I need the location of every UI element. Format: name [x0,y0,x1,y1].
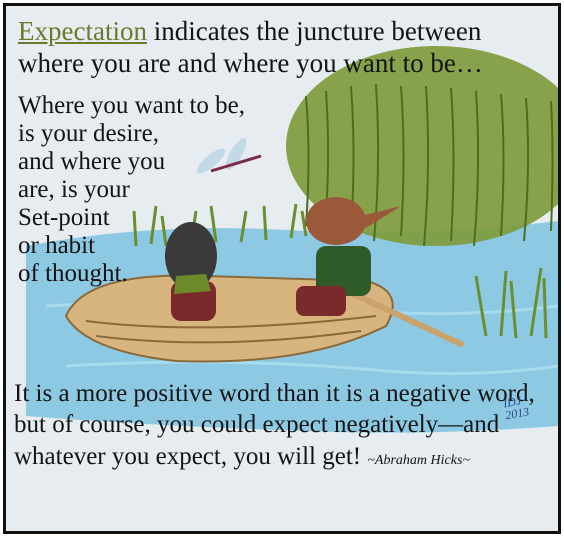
header-text: Expectation indicates the juncture betwe… [18,16,554,80]
side-line: of thought. [18,260,128,287]
side-line: is your desire, [18,120,159,147]
header-line1-rest: indicates the juncture between [146,16,482,46]
header-line2: where you are and where you want to be… [18,47,483,78]
bottom-quote: It is a more positive word than it is a … [14,378,554,472]
side-line: Set-point [18,204,110,231]
quote-card: Expectation indicates the juncture betwe… [3,3,561,534]
side-line: Where you want to be, [18,92,246,119]
side-quote: Where you want to be, is your desire, an… [18,92,298,288]
keyword-link: Expectation [18,16,147,46]
side-line: and where you [18,148,166,175]
side-line: or habit [18,232,96,259]
author-credit: ~Abraham Hicks~ [367,452,470,468]
side-line: are, is your [18,176,130,203]
